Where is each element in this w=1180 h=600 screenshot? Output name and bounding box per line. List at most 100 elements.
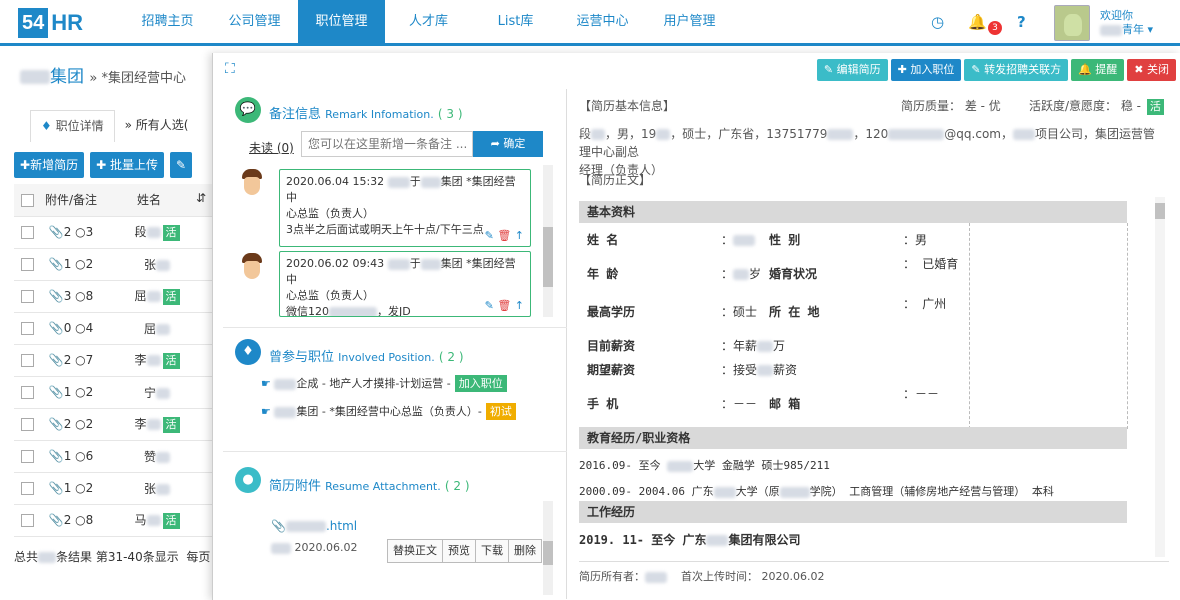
candidate-name[interactable]: 张	[102, 248, 212, 281]
select-all-checkbox[interactable]	[20, 193, 34, 207]
attachment-remark-counts: 📎2 ○3	[40, 216, 102, 249]
nav-home[interactable]: 招聘主页	[124, 0, 211, 43]
resume-scrollbar[interactable]	[1155, 197, 1165, 557]
basic-info-header: 【简历基本信息】	[579, 99, 676, 113]
close-button[interactable]: ✖ 关闭	[1127, 59, 1176, 81]
remarks-scrollbar[interactable]	[543, 165, 553, 317]
attachments-title: 简历附件 Resume Attachment. ( 2 )	[269, 479, 470, 494]
remark-note: 2020.06.04 15:32 于集团 *集团经营中 心总监（负责人） 3点半…	[279, 169, 531, 247]
batch-upload-button[interactable]: ✚ 批量上传	[90, 152, 164, 178]
add-resume-button[interactable]: ✚新增简历	[14, 152, 85, 178]
field-marital-value: ： 已婚育	[903, 257, 959, 271]
download-button[interactable]: 下载	[476, 540, 509, 562]
resume-summary: 段，男，19 ，硕士，广东省，13751779 ，120 @qq.com， 项目公司，集…	[579, 127, 1155, 177]
section-divider	[223, 451, 567, 452]
edit-button[interactable]: ✎	[169, 152, 193, 178]
attachment-date: 2020.06.02	[271, 541, 357, 554]
active-tag: 活	[162, 289, 180, 305]
candidate-name[interactable]: 张	[102, 472, 212, 505]
table-row[interactable]: 📎2 ○7 李活	[14, 344, 212, 377]
nav-users[interactable]: 用户管理	[646, 0, 733, 43]
candidate-name[interactable]: 李活	[102, 408, 212, 441]
field-name-label: 姓 名	[587, 233, 619, 247]
field-email-label: 邮 箱	[769, 397, 801, 411]
avatar[interactable]	[1054, 5, 1090, 41]
row-checkbox[interactable]	[20, 354, 34, 367]
user-face-icon	[239, 253, 265, 285]
interview-tag[interactable]: 初试	[485, 403, 516, 420]
col-name[interactable]: 姓名 ⇵	[102, 184, 212, 217]
candidate-name[interactable]: 宁	[102, 376, 212, 409]
attachment-remark-counts: 📎2 ○2	[40, 408, 102, 441]
table-row[interactable]: 📎1 ○2 宁	[14, 376, 212, 409]
row-checkbox[interactable]	[20, 386, 34, 399]
row-checkbox[interactable]	[20, 322, 34, 335]
position-item[interactable]: ☛ 集团 - *集团经营中心总监（负责人）- 初试	[261, 403, 516, 420]
note-actions[interactable]: ✎ 🗑 ↑	[485, 298, 524, 314]
modal-left-column: 💬 备注信息 Remark Infomation. ( 3 ) 未读 (0) ➦…	[223, 89, 567, 599]
col-attachments: 附件/备注	[40, 184, 102, 217]
attachment-actions: 替换正文 预览 下载 删除	[387, 539, 542, 563]
field-current-salary-value: ：年薪万	[721, 339, 786, 353]
table-row[interactable]: 📎2 ○8 马活	[14, 504, 212, 537]
candidate-name[interactable]: 赞	[102, 440, 212, 473]
delete-button[interactable]: 删除	[509, 540, 541, 562]
nav-operations[interactable]: 运营中心	[559, 0, 646, 43]
row-checkbox[interactable]	[20, 290, 34, 303]
person-icon: ●	[235, 467, 261, 493]
confirm-remark-button[interactable]: ➦ 确定	[473, 131, 543, 157]
candidate-name[interactable]: 李活	[102, 344, 212, 377]
add-position-tag[interactable]: 加入职位	[454, 375, 507, 392]
replace-body-button[interactable]: 替换正文	[388, 540, 443, 562]
row-checkbox[interactable]	[20, 482, 34, 495]
row-checkbox[interactable]	[20, 450, 34, 463]
candidate-name[interactable]: 屈	[102, 312, 212, 345]
tag-icon: ♦	[235, 339, 261, 365]
tab-all-candidates[interactable]: » 所有人选(	[114, 110, 199, 142]
attachment-file-link[interactable]: 📎 .html	[271, 519, 357, 533]
table-row[interactable]: 📎1 ○6 赞	[14, 440, 212, 473]
row-checkbox[interactable]	[20, 418, 34, 431]
table-row[interactable]: 📎0 ○4 屈	[14, 312, 212, 345]
table-row[interactable]: 📎1 ○2 张	[14, 248, 212, 281]
remind-button[interactable]: 🔔 提醒	[1071, 59, 1125, 81]
preview-button[interactable]: 预览	[443, 540, 476, 562]
logo-text: HR	[51, 10, 84, 35]
quality-rating: 简历质量： 差 - 优	[901, 99, 1001, 113]
row-checkbox[interactable]	[20, 514, 34, 527]
active-tag: 活	[162, 513, 180, 529]
field-email-value: ：－－	[903, 387, 940, 401]
unread-link[interactable]: 未读 (0)	[249, 139, 294, 156]
row-checkbox[interactable]	[20, 226, 34, 239]
forward-button[interactable]: ✎ 转发招聘关联方	[964, 59, 1069, 81]
logo[interactable]: 54 HR	[18, 8, 83, 38]
nav-company[interactable]: 公司管理	[211, 0, 298, 43]
remark-input[interactable]	[301, 131, 473, 157]
breadcrumb: » *集团经营中心	[89, 71, 186, 86]
table-row[interactable]: 📎2 ○2 李活	[14, 408, 212, 441]
candidate-name[interactable]: 马活	[102, 504, 212, 537]
field-edu-value: ：硕士	[721, 305, 758, 319]
nav-positions[interactable]: 职位管理	[298, 0, 385, 43]
add-to-position-button[interactable]: ✚ 加入职位	[890, 59, 962, 81]
position-item[interactable]: ☛ 企成 - 地产人才摸排-计划运营 - 加入职位	[261, 375, 507, 392]
candidate-name[interactable]: 屈活	[102, 280, 212, 313]
candidate-name[interactable]: 段活	[102, 216, 212, 249]
logo-number: 54	[18, 8, 49, 38]
main-nav: 招聘主页 公司管理 职位管理 人才库 List库 运营中心 用户管理	[124, 0, 733, 43]
tab-position-detail[interactable]: ♦ 职位详情	[30, 110, 115, 142]
expand-icon[interactable]: ⛶	[225, 61, 235, 77]
table-row[interactable]: 📎1 ○2 张	[14, 472, 212, 505]
nav-list[interactable]: List库	[472, 0, 559, 43]
nav-talent[interactable]: 人才库	[385, 0, 472, 43]
bell-icon[interactable]: 🔔	[968, 13, 987, 31]
edit-resume-button[interactable]: ✎ 编辑简历	[816, 59, 888, 81]
row-checkbox[interactable]	[20, 258, 34, 271]
section-work: 工作经历	[579, 501, 1127, 523]
table-row[interactable]: 📎3 ○8 屈活	[14, 280, 212, 313]
help-icon[interactable]: ?	[1017, 13, 1026, 31]
attachments-scrollbar[interactable]	[543, 501, 553, 595]
clock-icon[interactable]: ◷	[931, 13, 944, 31]
table-row[interactable]: 📎2 ○3 段活	[14, 216, 212, 249]
note-actions[interactable]: ✎ 🗑 ↑	[485, 228, 524, 244]
